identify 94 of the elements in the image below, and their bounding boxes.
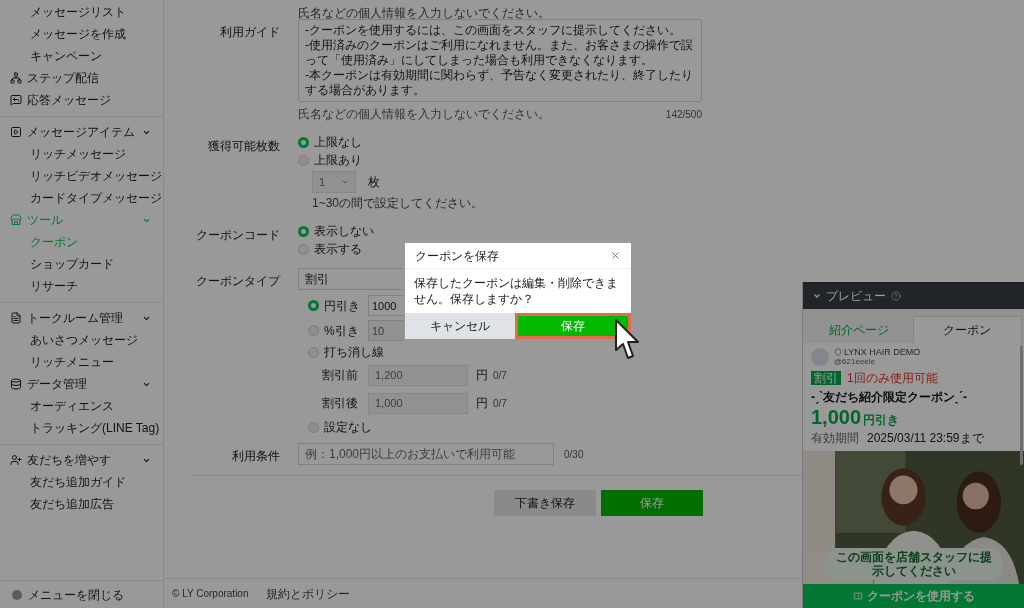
close-menu-icon[interactable] bbox=[12, 589, 22, 600]
count-select[interactable]: 1 bbox=[312, 171, 356, 193]
menu-group-icon bbox=[10, 214, 22, 226]
sidebar-item[interactable]: メッセージアイテム bbox=[0, 121, 163, 143]
character-count: 142/500 bbox=[665, 107, 702, 122]
sidebar-subitem[interactable]: リッチメニュー bbox=[0, 351, 163, 373]
sidebar-subitem[interactable]: 友だち追加ガイド bbox=[0, 471, 163, 493]
draft-save-button[interactable]: 下書き保存 bbox=[494, 490, 596, 516]
close-icon[interactable] bbox=[610, 250, 621, 261]
sidebar-subitem[interactable]: カードタイプメッセージ bbox=[0, 187, 163, 209]
privacy-note: 氏名などの個人情報を入力しないでください。 bbox=[298, 6, 550, 20]
radio-button[interactable] bbox=[308, 346, 319, 358]
radio-button[interactable] bbox=[308, 325, 319, 336]
sidebar-subitem[interactable]: リサーチ bbox=[0, 275, 163, 297]
sidebar-subitem[interactable]: トラッキング(LINE Tag) bbox=[0, 417, 163, 439]
menu-group-icon bbox=[10, 312, 22, 324]
guide-textarea[interactable]: -クーポンを使用するには、この画面をスタッフに提示してください。 -使用済みのクーポンはご利用になれません。また、お客さまの操作で誤って「使用済み」にしてしまった場合も利用できなくなります。 -本クーポンは有効期間に関わらず、予告なく変更されたり、終了したりする場合があります。 bbox=[298, 19, 702, 102]
price-input[interactable]: 1,000 bbox=[368, 392, 468, 414]
validity-label: 有効期間 bbox=[811, 430, 859, 447]
account-name: LYNX HAIR DEMO bbox=[844, 347, 921, 357]
preview-tab[interactable]: クーポン bbox=[912, 316, 1022, 343]
radio-label: 設定なし bbox=[324, 419, 372, 436]
field-label: 割引後 bbox=[322, 395, 359, 412]
discount-input[interactable]: 10 bbox=[368, 320, 404, 341]
radio-label: %引き bbox=[324, 322, 359, 340]
sidebar-subitem[interactable]: メッセージリスト bbox=[0, 1, 163, 23]
sidebar-item[interactable]: ステップ配信 bbox=[0, 67, 163, 89]
radio-label: 打ち消し線 bbox=[324, 344, 384, 361]
close-menu-link[interactable]: メニューを閉じる bbox=[28, 585, 124, 604]
field-label: 割引前 bbox=[322, 367, 359, 384]
usage-limit: 1回のみ使用可能 bbox=[847, 370, 938, 387]
cancel-button[interactable]: キャンセル bbox=[405, 313, 515, 339]
preview-title: プレビュー bbox=[826, 287, 886, 305]
sidebar-subitem[interactable]: キャンペーン bbox=[0, 45, 163, 67]
radio-label: 表示しない bbox=[314, 223, 374, 240]
radio-label: 円引き bbox=[324, 297, 360, 315]
unit-label: 円 bbox=[476, 367, 488, 384]
conditions-input[interactable]: 例：1,000円以上のお支払いで利用可能 bbox=[298, 443, 554, 465]
radio-button[interactable] bbox=[298, 225, 309, 237]
radio-label: 上限あり bbox=[314, 152, 362, 169]
privacy-note: 氏名などの個人情報を入力しないでください。 bbox=[298, 106, 550, 123]
radio-button[interactable] bbox=[298, 154, 309, 166]
caret-icon bbox=[341, 178, 349, 186]
menu-group-icon bbox=[10, 378, 22, 390]
range-hint: 1~30の間で設定してください。 bbox=[312, 195, 485, 212]
help-icon[interactable] bbox=[891, 290, 901, 301]
menu-group-icon bbox=[10, 454, 22, 466]
radio-button[interactable] bbox=[308, 300, 319, 311]
menu-group-icon bbox=[10, 72, 22, 84]
sidebar-item[interactable]: データ管理 bbox=[0, 373, 163, 395]
type-select[interactable]: 割引 bbox=[298, 268, 402, 290]
character-count: 0/7 bbox=[493, 396, 507, 411]
field-label: クーポンコード bbox=[196, 228, 280, 242]
sidebar-subitem[interactable]: リッチビデオメッセージ bbox=[0, 165, 163, 187]
field-label: クーポンタイプ bbox=[196, 274, 280, 288]
terms-link[interactable]: 規約とポリシー bbox=[266, 584, 351, 603]
category-badge: 割引 bbox=[811, 371, 841, 385]
validity-date: 2025/03/11 23:59まで bbox=[867, 430, 984, 447]
sidebar-subitem[interactable]: オーディエンス bbox=[0, 395, 163, 417]
sidebar-subitem[interactable]: 友だち追加広告 bbox=[0, 493, 163, 515]
coupon-title: -ˏˋ友だち紹介限定クーポンˎˊ- bbox=[811, 389, 968, 406]
sidebar-subitem[interactable]: ショップカード bbox=[0, 253, 163, 275]
field-label: 獲得可能枚数 bbox=[208, 139, 280, 153]
account-avatar bbox=[811, 347, 829, 366]
discount-input[interactable]: 1000 bbox=[368, 295, 404, 316]
sidebar-subitem[interactable]: メッセージを作成 bbox=[0, 23, 163, 45]
radio-button[interactable] bbox=[298, 136, 309, 148]
radio-button[interactable] bbox=[298, 243, 309, 255]
shield-icon bbox=[834, 348, 842, 356]
ticket-icon bbox=[852, 591, 863, 601]
radio-button[interactable] bbox=[308, 421, 319, 433]
sidebar-item[interactable]: トークルーム管理 bbox=[0, 307, 163, 329]
menu-group-icon bbox=[10, 94, 22, 106]
sidebar-subitem[interactable]: あいさつメッセージ bbox=[0, 329, 163, 351]
unit-label: 枚 bbox=[368, 174, 380, 191]
field-label: 利用ガイド bbox=[220, 25, 280, 39]
sidebar-item[interactable]: 応答メッセージ bbox=[0, 89, 163, 111]
discount-amount: 1,000 bbox=[811, 406, 862, 428]
character-count: 0/7 bbox=[493, 368, 507, 383]
price-input[interactable]: 1,200 bbox=[368, 364, 468, 386]
notice-pill: この画面を店舗スタッフに提示してください bbox=[825, 548, 1002, 580]
radio-label: 上限なし bbox=[314, 134, 362, 151]
character-count: 0/30 bbox=[564, 447, 584, 462]
radio-label: 表示する bbox=[314, 241, 362, 258]
unit-label: 円 bbox=[476, 395, 488, 412]
sidebar-subitem[interactable]: リッチメッセージ bbox=[0, 143, 163, 165]
dialog-message: 保存したクーポンは編集・削除できません。保存しますか？ bbox=[413, 275, 619, 308]
copyright: © LY Corporation bbox=[172, 587, 249, 601]
field-label: 利用条件 bbox=[232, 449, 280, 463]
sidebar-item[interactable]: 友だちを増やす bbox=[0, 449, 163, 471]
dialog-title: クーポンを保存 bbox=[415, 247, 499, 265]
menu-group-icon bbox=[10, 126, 22, 138]
discount-unit: 円引き bbox=[863, 412, 900, 429]
account-handle: @621eeele bbox=[834, 357, 877, 366]
